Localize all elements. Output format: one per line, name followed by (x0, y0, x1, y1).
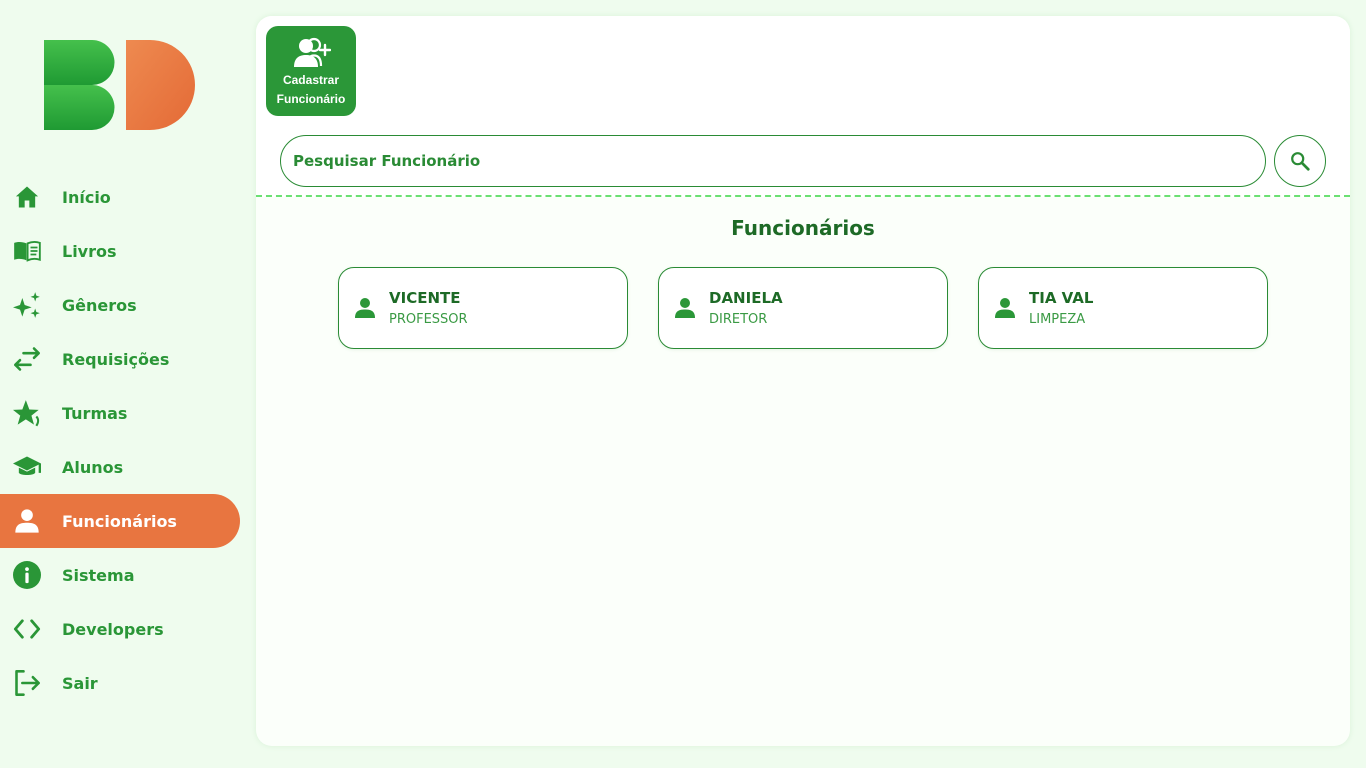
logo-mark (44, 40, 195, 130)
employee-card[interactable]: DANIELA DIRETOR (658, 267, 948, 349)
employee-card[interactable]: TIA VAL LIMPEZA (978, 267, 1268, 349)
employee-role: DIRETOR (709, 312, 768, 327)
person-icon (995, 298, 1015, 318)
sidebar-item-label: Developers (62, 619, 164, 639)
main-panel: Cadastrar Funcionário Funcionários VICEN… (256, 16, 1350, 746)
sidebar-item-alunos[interactable]: Alunos (0, 440, 240, 494)
logout-icon (13, 669, 41, 697)
sidebar-item-label: Início (62, 187, 111, 207)
book-icon (13, 237, 41, 265)
sidebar-item-label: Gêneros (62, 295, 137, 315)
employee-role: LIMPEZA (1029, 312, 1086, 327)
search-button[interactable] (1274, 135, 1326, 187)
employee-card[interactable]: VICENTE PROFESSOR (338, 267, 628, 349)
sparkles-icon (13, 291, 41, 319)
sidebar-item-label: Alunos (62, 457, 124, 477)
sidebar-item-sistema[interactable]: Sistema (0, 548, 240, 602)
page-title: Funcionários (731, 216, 875, 240)
info-icon (13, 561, 41, 589)
star-icon (13, 399, 41, 427)
employee-info: DANIELA DIRETOR (709, 289, 783, 327)
person-icon (675, 298, 695, 318)
sidebar-item-livros[interactable]: Livros (0, 224, 240, 278)
code-icon (13, 615, 41, 643)
sidebar-item-label: Turmas (62, 403, 128, 423)
sidebar-item-inicio[interactable]: Início (0, 170, 240, 224)
add-employee-label: Cadastrar Funcionário (277, 71, 346, 109)
employee-name: TIA VAL (1029, 289, 1094, 307)
add-users-icon (294, 37, 331, 67)
sidebar-item-turmas[interactable]: Turmas (0, 386, 240, 440)
add-employee-button[interactable]: Cadastrar Funcionário (266, 26, 356, 116)
add-employee-label-line2: Funcionário (276, 92, 346, 106)
sidebar-item-funcionarios[interactable]: Funcionários (0, 494, 240, 548)
person-icon (355, 298, 375, 318)
person-icon (13, 507, 41, 535)
sidebar-item-generos[interactable]: Gêneros (0, 278, 240, 332)
employee-name: DANIELA (709, 289, 783, 307)
swap-arrows-icon (13, 345, 41, 373)
employee-role: PROFESSOR (389, 312, 468, 327)
add-employee-label-line1: Cadastrar (282, 73, 339, 87)
sidebar-item-label: Funcionários (62, 511, 177, 531)
search-icon (1291, 152, 1310, 171)
employee-name: VICENTE (389, 289, 461, 307)
sidebar-item-sair[interactable]: Sair (0, 656, 240, 710)
graduation-cap-icon (13, 453, 41, 481)
sidebar-item-label: Requisições (62, 349, 170, 369)
logo (44, 40, 196, 130)
home-icon (13, 183, 41, 211)
sidebar-item-developers[interactable]: Developers (0, 602, 240, 656)
sidebar-item-label: Sistema (62, 565, 135, 585)
employee-info: TIA VAL LIMPEZA (1029, 289, 1093, 327)
sidebar-item-label: Livros (62, 241, 117, 261)
search-input[interactable] (280, 135, 1266, 187)
sidebar-item-requisicoes[interactable]: Requisições (0, 332, 240, 386)
toolbar: Cadastrar Funcionário (256, 16, 1350, 197)
employee-info: VICENTE PROFESSOR (389, 289, 468, 327)
sidebar: Início Livros Gêneros Requisições Turmas (0, 0, 248, 768)
sidebar-item-label: Sair (62, 673, 98, 693)
